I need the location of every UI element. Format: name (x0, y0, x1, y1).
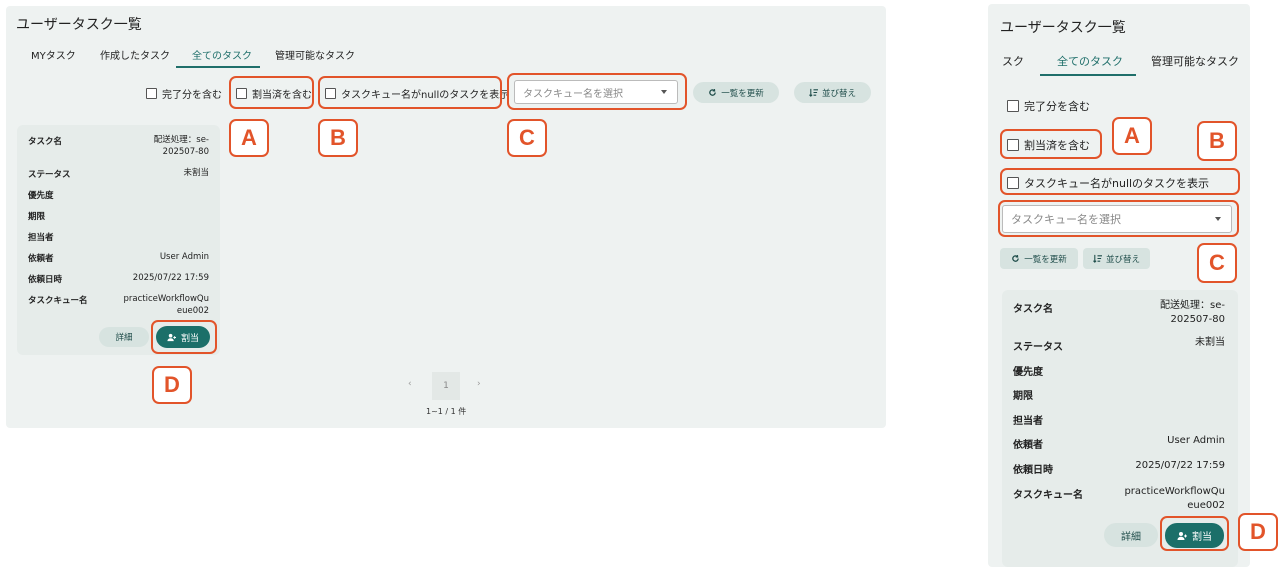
refresh-icon (1012, 255, 1020, 262)
marker-d-narrow: D (1238, 513, 1278, 551)
value-task-name-line1: 配送処理：se- (1160, 300, 1225, 311)
marker-a: A (229, 119, 269, 157)
sort-button-narrow[interactable]: 並び替え (1083, 248, 1150, 269)
detail-button[interactable]: 詳細 (99, 327, 149, 347)
value-task-name-line2: 202507-80 (162, 147, 209, 157)
active-tab-indicator (176, 66, 260, 68)
highlight-c-narrow (998, 200, 1239, 237)
marker-c-narrow: C (1197, 243, 1237, 283)
value-status: 未割当 (183, 168, 209, 178)
highlight-a (229, 76, 314, 109)
value-requested-at: 2025/07/22 17:59 (1135, 460, 1225, 471)
value-queue-line2: eue002 (1187, 500, 1225, 511)
page-number[interactable]: 1 (432, 372, 460, 400)
value-queue: practiceWorkflowQu eue002 (1100, 485, 1225, 513)
checkbox-box[interactable] (1007, 100, 1019, 112)
refresh-button[interactable]: 一覧を更新 (693, 82, 779, 103)
include-completed-checkbox-narrow[interactable]: 完了分を含む (1007, 98, 1090, 114)
label-assignee: 担当者 (28, 233, 54, 243)
label-due: 期限 (28, 212, 46, 222)
label-queue: タスクキュー名 (1013, 490, 1083, 501)
label-assignee: 担当者 (1013, 416, 1043, 427)
page-title: ユーザータスク一覧 (16, 17, 142, 33)
sort-label: 並び替え (1105, 254, 1140, 265)
marker-a-narrow: A (1112, 117, 1152, 155)
active-tab-indicator-narrow (1040, 74, 1136, 76)
value-task-name-line1: 配送処理：se- (153, 135, 209, 145)
label-status: ステータス (28, 170, 71, 180)
marker-b-narrow: B (1197, 121, 1237, 161)
label-task-name: タスク名 (1013, 304, 1053, 315)
marker-b: B (318, 119, 358, 157)
detail-button-narrow[interactable]: 詳細 (1104, 523, 1158, 547)
tab-my-tasks[interactable]: MYタスク (31, 47, 76, 62)
label-requester: 依頼者 (1013, 440, 1043, 451)
label-priority: 優先度 (1013, 367, 1043, 378)
marker-d: D (152, 366, 192, 404)
refresh-icon (709, 89, 717, 96)
highlight-b-narrow (1000, 168, 1240, 195)
highlight-c (507, 73, 687, 110)
value-queue-line1: practiceWorkflowQu (1124, 486, 1225, 497)
checkbox-box[interactable] (146, 88, 157, 99)
value-task-name-line2: 202507-80 (1170, 314, 1225, 325)
refresh-label: 一覧を更新 (1024, 254, 1067, 265)
tab-manageable-tasks[interactable]: 管理可能なタスク (275, 47, 355, 62)
highlight-a-narrow (1000, 129, 1102, 159)
include-completed-label: 完了分を含む (162, 90, 222, 101)
highlight-d (151, 320, 217, 354)
tab-created-tasks[interactable]: 作成したタスク (100, 47, 170, 62)
value-queue: practiceWorkflowQu eue002 (110, 293, 209, 317)
value-requester: User Admin (1167, 435, 1225, 446)
value-requested-at: 2025/07/22 17:59 (132, 273, 209, 283)
refresh-button-narrow[interactable]: 一覧を更新 (1000, 248, 1078, 269)
label-requested-at: 依頼日時 (1013, 465, 1053, 476)
prev-page-icon[interactable]: ‹ (408, 379, 412, 389)
label-priority: 優先度 (28, 191, 54, 201)
value-task-name: 配送処理：se- 202507-80 (120, 134, 209, 158)
sort-button[interactable]: 並び替え (794, 82, 871, 103)
label-status: ステータス (1013, 342, 1063, 353)
tab-all-tasks-narrow[interactable]: 全てのタスク (1057, 53, 1123, 69)
label-queue: タスクキュー名 (28, 296, 88, 306)
sort-label: 並び替え (821, 88, 856, 99)
value-task-name: 配送処理：se- 202507-80 (1110, 299, 1225, 327)
highlight-d-narrow (1160, 516, 1229, 551)
include-completed-label: 完了分を含む (1024, 100, 1090, 113)
include-completed-checkbox[interactable]: 完了分を含む (146, 86, 222, 101)
value-queue-line2: eue002 (176, 306, 209, 316)
value-status: 未割当 (1195, 337, 1225, 348)
tab-manageable-tasks-narrow[interactable]: 管理可能なタスク (1151, 53, 1239, 69)
refresh-label: 一覧を更新 (721, 88, 764, 99)
sort-icon (1093, 254, 1102, 263)
value-requester: User Admin (159, 252, 209, 262)
label-task-name: タスク名 (28, 137, 63, 147)
marker-c: C (507, 119, 547, 157)
label-requester: 依頼者 (28, 254, 54, 264)
tab-all-tasks[interactable]: 全てのタスク (192, 47, 252, 62)
highlight-b (318, 76, 502, 109)
label-requested-at: 依頼日時 (28, 275, 63, 285)
page-title-narrow: ユーザータスク一覧 (1000, 20, 1126, 36)
tab-my-tasks-partial[interactable]: スク (1002, 53, 1024, 69)
next-page-icon[interactable]: › (477, 379, 481, 389)
label-due: 期限 (1013, 391, 1033, 402)
sort-icon (809, 88, 818, 97)
pagination-summary: 1~1 / 1 件 (426, 407, 467, 416)
value-queue-line1: practiceWorkflowQu (123, 294, 209, 304)
